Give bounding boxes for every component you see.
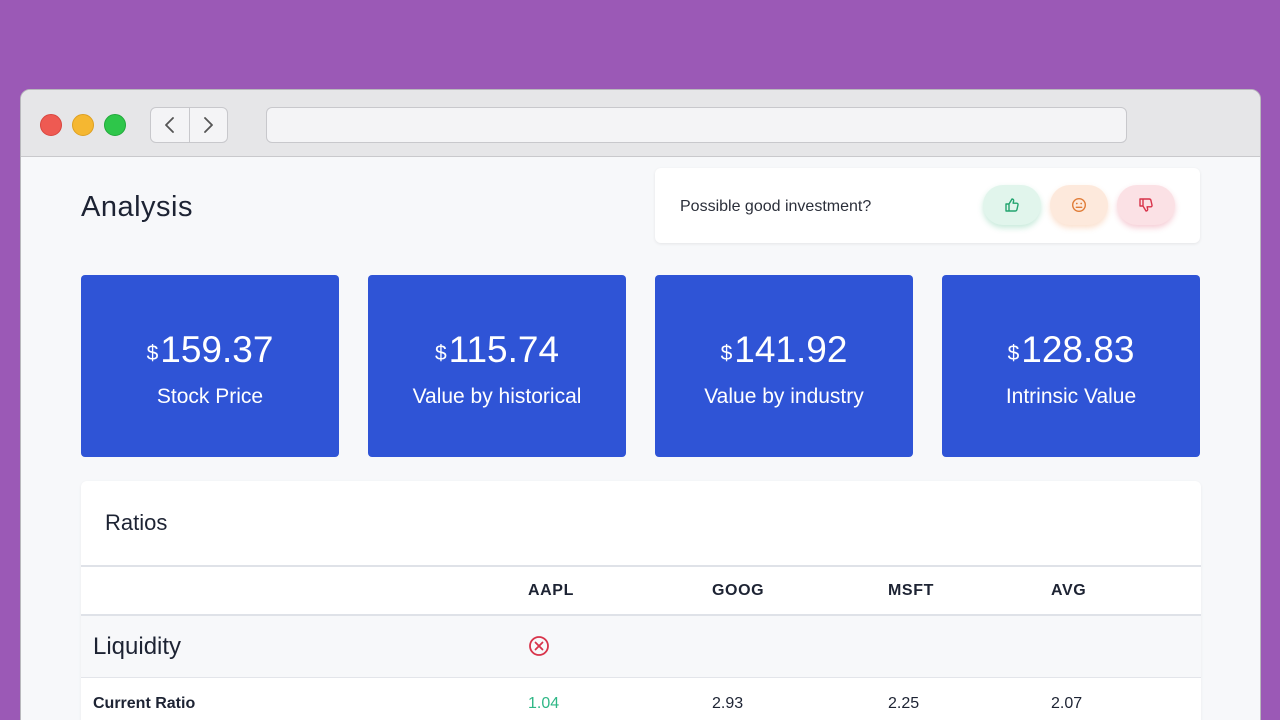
value-by-industry-card: $141.92 Value by industry [655,275,913,457]
table-row: Current Ratio 1.04 2.93 2.25 2.07 [81,678,1201,720]
card-label: Value by historical [412,385,582,408]
thumbs-up-icon [1005,198,1019,212]
maximize-window-button[interactable] [104,114,126,136]
thumbs-down-button[interactable] [1117,185,1175,225]
chevron-left-icon [164,117,174,133]
browser-window: Analysis Possible good investment? $159.… [20,89,1261,720]
x-circle-icon [529,636,549,656]
aapl-value: 1.04 [528,695,560,712]
minimize-window-button[interactable] [72,114,94,136]
column-header-goog: GOOG [712,582,765,599]
page-content: Analysis Possible good investment? $159.… [21,158,1260,720]
address-bar[interactable] [266,107,1127,143]
column-header-msft: MSFT [888,582,934,599]
thumbs-down-icon [1139,198,1153,212]
section-label: Liquidity [93,633,182,660]
card-amount: 115.74 [448,329,560,370]
stock-price-card: $159.37 Stock Price [81,275,339,457]
feedback-panel: Possible good investment? [655,168,1200,243]
card-value: $159.37 [81,330,339,374]
back-button[interactable] [151,108,189,142]
column-header-aapl: AAPL [528,582,574,599]
thumbs-up-button[interactable] [983,185,1041,225]
ratios-table-header: AAPL GOOG MSFT AVG [81,565,1201,616]
card-value: $141.92 [655,330,913,374]
intrinsic-value-card: $128.83 Intrinsic Value [942,275,1200,457]
neutral-face-icon [1071,197,1087,213]
goog-value: 2.93 [712,695,744,712]
forward-button[interactable] [188,108,228,142]
close-window-button[interactable] [40,114,62,136]
currency-symbol: $ [720,342,733,365]
card-value: $115.74 [368,330,626,374]
neutral-button[interactable] [1050,185,1108,225]
browser-titlebar [21,90,1260,157]
avg-value: 2.07 [1051,695,1083,712]
msft-value: 2.25 [888,695,920,712]
card-label: Value by industry [704,385,864,408]
currency-symbol: $ [434,342,447,365]
currency-symbol: $ [146,342,159,365]
card-amount: 141.92 [734,329,848,370]
card-amount: 159.37 [160,329,274,370]
card-label: Intrinsic Value [1005,385,1137,408]
ratio-name: Current Ratio [93,695,196,712]
ratios-title: Ratios [105,510,168,535]
liquidity-section-row: Liquidity [81,616,1201,678]
feedback-question: Possible good investment? [680,198,872,215]
chevron-right-icon [204,117,214,133]
value-by-historical-card: $115.74 Value by historical [368,275,626,457]
column-header-avg: AVG [1051,582,1087,599]
card-value: $128.83 [942,330,1200,374]
history-nav [150,107,228,143]
card-label: Stock Price [156,385,264,408]
page-title: Analysis [81,191,193,223]
card-amount: 128.83 [1021,329,1135,370]
currency-symbol: $ [1007,342,1020,365]
ratios-panel: Ratios AAPL GOOG MSFT AVG Liquidity Curr… [81,481,1201,720]
